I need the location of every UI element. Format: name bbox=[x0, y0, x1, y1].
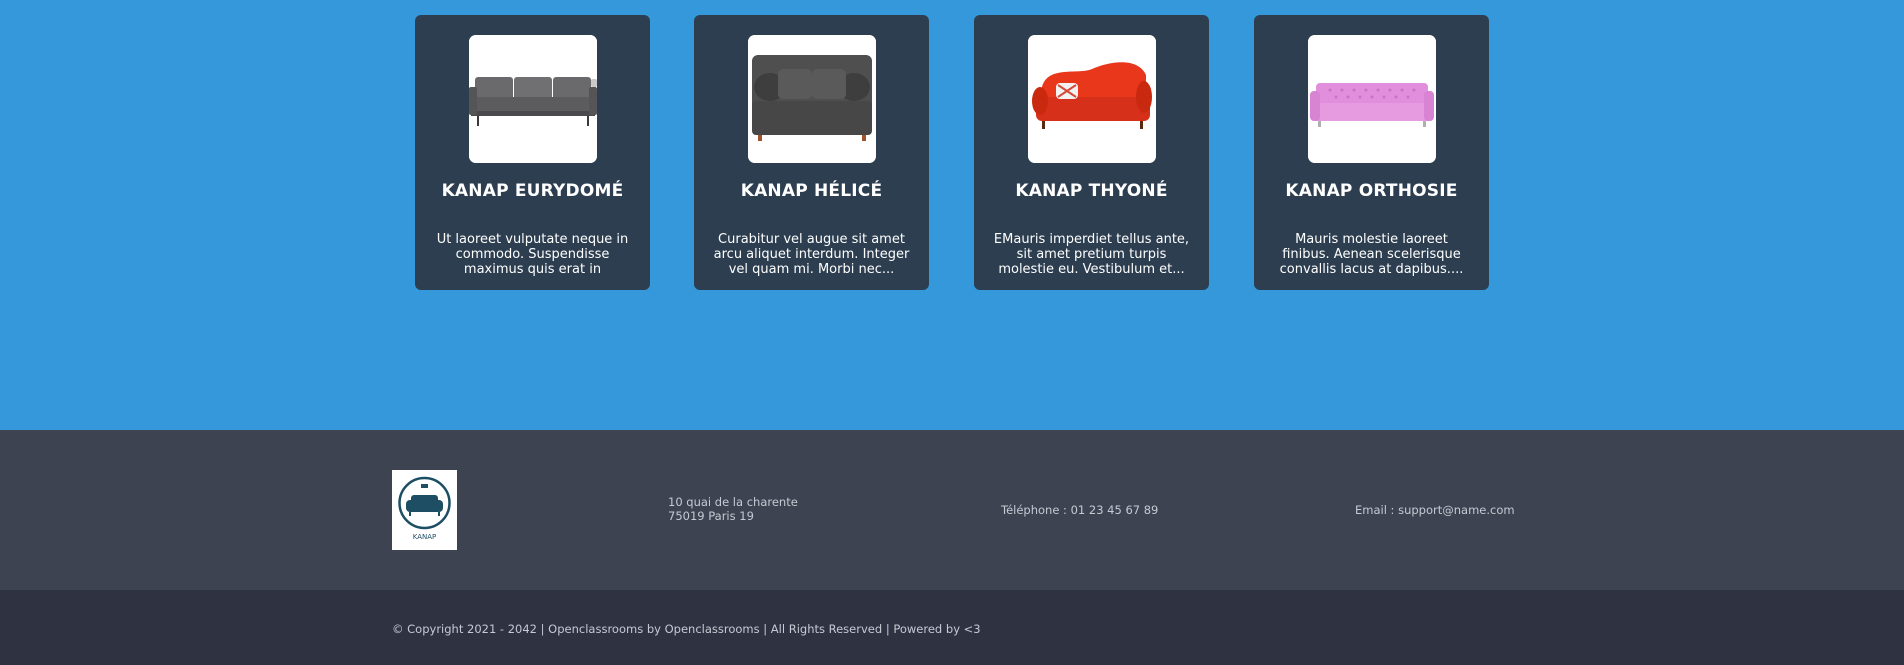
product-name: Kanap Hélicé bbox=[740, 181, 883, 201]
product-name: Kanap Thyoné bbox=[1015, 181, 1168, 201]
red-sofa-image bbox=[1028, 35, 1156, 163]
product-image bbox=[469, 35, 597, 163]
product-description: Ut laoreet vulputate neque in commodo. S… bbox=[436, 232, 629, 277]
kanap-logo-icon: KANAP bbox=[392, 470, 457, 550]
product-name: Kanap orthosie bbox=[1285, 181, 1458, 201]
pink-sofa-image bbox=[1308, 35, 1436, 163]
logo-text: KANAP bbox=[413, 533, 437, 541]
dark-gray-loveseat-image bbox=[748, 35, 876, 163]
address-line-1: 10 quai de la charente bbox=[668, 495, 798, 509]
product-card[interactable]: Kanap Hélicé Curabitur vel augue sit ame… bbox=[694, 15, 929, 290]
product-name: Kanap Eurydomé bbox=[441, 181, 624, 201]
footer: KANAP 10 quai de la charente 75019 Paris… bbox=[0, 430, 1904, 590]
copyright-bar: © Copyright 2021 - 2042 | Openclassrooms… bbox=[0, 590, 1904, 665]
product-description: Mauris molestie laoreet finibus. Aenean … bbox=[1279, 232, 1464, 277]
products-section: Kanap Eurydomé Ut laoreet vulputate nequ… bbox=[0, 0, 1904, 430]
product-image bbox=[1028, 35, 1156, 163]
product-card[interactable]: Kanap Eurydomé Ut laoreet vulputate nequ… bbox=[415, 15, 650, 290]
kanap-logo[interactable]: KANAP bbox=[392, 470, 457, 550]
page: Kanap Eurydomé Ut laoreet vulputate nequ… bbox=[0, 0, 1904, 665]
address-line-2: 75019 Paris 19 bbox=[668, 509, 754, 523]
product-image bbox=[748, 35, 876, 163]
footer-phone: Téléphone : 01 23 45 67 89 bbox=[1001, 503, 1159, 517]
product-card[interactable]: Kanap Thyoné EMauris imperdiet tellus an… bbox=[974, 15, 1209, 290]
copyright-text: © Copyright 2021 - 2042 | Openclassrooms… bbox=[392, 622, 981, 636]
footer-email[interactable]: Email : support@name.com bbox=[1355, 503, 1515, 517]
gray-sofa-image bbox=[469, 35, 597, 163]
product-description: Curabitur vel augue sit amet arcu alique… bbox=[713, 232, 910, 277]
product-description: EMauris imperdiet tellus ante, sit amet … bbox=[993, 232, 1190, 277]
product-image bbox=[1308, 35, 1436, 163]
footer-address: 10 quai de la charente 75019 Paris 19 bbox=[668, 495, 798, 523]
product-card[interactable]: Kanap orthosie Mauris molestie laoreet f… bbox=[1254, 15, 1489, 290]
